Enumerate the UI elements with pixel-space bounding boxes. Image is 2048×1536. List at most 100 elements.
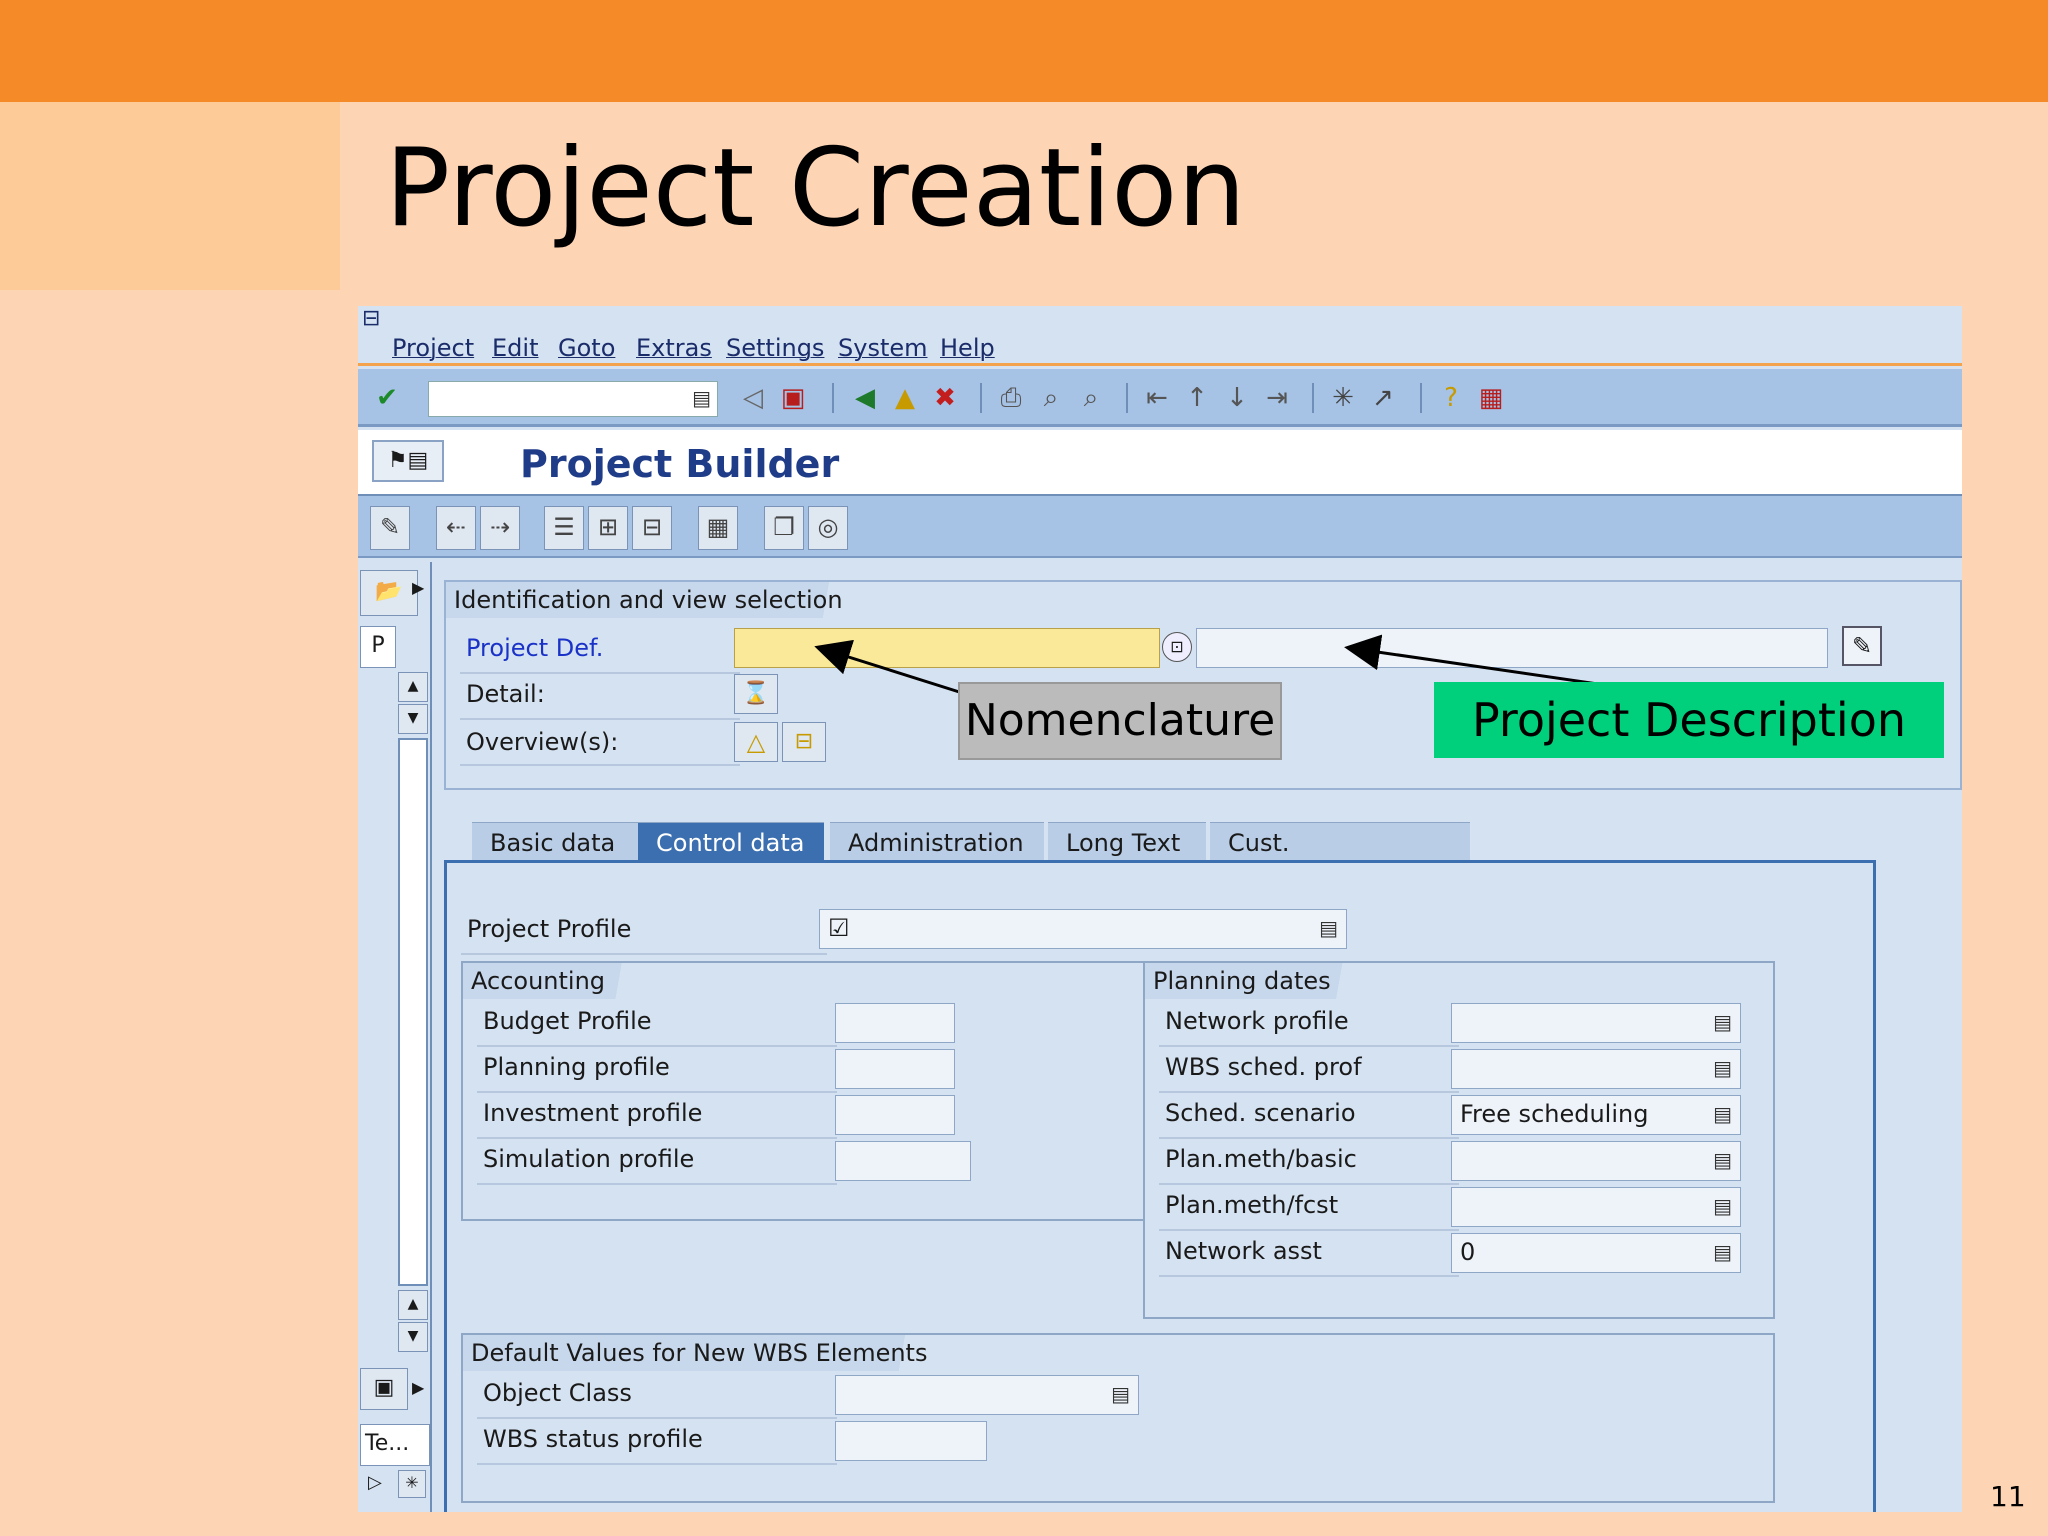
plan-meth-basic-input[interactable]: ▤ [1451,1141,1741,1181]
dropdown-icon[interactable]: ▤ [1111,1382,1130,1406]
prev-page-icon[interactable]: ↑ [1180,381,1214,415]
hierarchy-icon[interactable]: ☰ [544,506,584,550]
dropdown-icon[interactable]: ▤ [1713,1102,1732,1126]
wbs-status-profile-input[interactable] [835,1421,987,1461]
last-page-icon[interactable]: ⇥ [1260,381,1294,415]
network-graphic-icon[interactable]: ⊞ [588,506,628,550]
exit-icon[interactable]: ▲ [888,381,922,415]
enter-icon[interactable]: ✔ [370,381,404,415]
object-class-label: Object Class [483,1379,632,1407]
menu-goto[interactable]: Goto [558,334,615,362]
menu-project[interactable]: Project [392,334,474,362]
edit-description-icon[interactable]: ✎ [1842,626,1882,666]
command-field[interactable]: ▤ [428,381,718,417]
tree-node-icon[interactable]: ✳ [398,1470,426,1498]
menu-edit[interactable]: Edit [492,334,538,362]
copy-icon[interactable]: ❐ [764,506,804,550]
overview-structure-icon[interactable]: ⊟ [782,722,826,762]
nomenclature-callout: Nomenclature [958,682,1282,760]
menu-bar: ⊟ Project Edit Goto Extras Settings Syst… [358,306,1962,366]
project-toggle-icon[interactable]: ⚑▤ [372,440,444,482]
system-menu-icon[interactable]: ⊟ [362,306,392,331]
menu-system[interactable]: System [838,334,928,362]
navigation-panel: 📂 ▶ P ▲ ▼ ▲ ▼ ▣ ▶ Te... ▷ ✳ [358,562,432,1512]
dropdown-icon[interactable]: ▤ [1319,916,1338,940]
scroll-down-icon[interactable]: ▼ [398,704,428,734]
simulation-profile-label: Simulation profile [483,1145,695,1173]
edit-mode-icon[interactable]: ✎ [370,506,410,550]
first-page-icon[interactable]: ⇤ [1140,381,1174,415]
table-icon[interactable]: ▦ [698,506,738,550]
find-next-icon[interactable]: ⌕ [1074,381,1108,415]
back-green-icon[interactable]: ◀ [848,381,882,415]
shortcut-icon[interactable]: ↗ [1366,381,1400,415]
simulation-profile-input[interactable] [835,1141,971,1181]
default-values-header: Default Values for New WBS Elements [463,1335,960,1371]
menu-settings[interactable]: Settings [726,334,824,362]
sched-scenario-input[interactable]: Free scheduling ▤ [1451,1095,1741,1135]
budget-profile-input[interactable] [835,1003,955,1043]
sched-scenario-label: Sched. scenario [1165,1099,1356,1127]
wbs-sched-prof-input[interactable]: ▤ [1451,1049,1741,1089]
find-icon[interactable]: ⌕ [1034,381,1068,415]
project-description-input[interactable] [1196,628,1828,668]
previous-object-icon[interactable]: ⇠ [436,506,476,550]
back-icon[interactable]: ◁ [736,381,770,415]
structure-icon[interactable]: ⊟ [632,506,672,550]
scroll-up-icon[interactable]: ▲ [398,672,428,702]
dropdown-icon[interactable]: ▤ [1713,1240,1732,1264]
project-profile-input[interactable]: ☑ ▤ [819,909,1347,949]
standard-toolbar: ✔ ▤ ◁ ▣ ◀ ▲ ✖ ⎙ ⌕ ⌕ ⇤ ↑ ↓ ⇥ ✳ ↗ ? ▦ [358,369,1962,427]
project-description-callout: Project Description [1434,682,1944,758]
slide-left-panel-top [0,102,340,290]
worklist-icon[interactable]: ▣ [360,1368,408,1410]
cancel-icon[interactable]: ✖ [928,381,962,415]
dropdown-icon[interactable]: ▤ [1713,1194,1732,1218]
overview-triangle-icon[interactable]: △ [734,722,778,762]
identification-header: Identification and view selection [446,582,875,618]
help-icon[interactable]: ? [1434,381,1468,415]
layout-icon[interactable]: ▦ [1474,381,1508,415]
planning-dates-group: Planning dates Network profile ▤ WBS sch… [1143,961,1775,1319]
expand-arrow-icon[interactable]: ▶ [412,578,424,597]
new-session-icon[interactable]: ✳ [1326,381,1360,415]
planning-dates-header: Planning dates [1145,963,1363,999]
next-page-icon[interactable]: ↓ [1220,381,1254,415]
open-folder-icon[interactable]: 📂 [360,570,418,616]
dropdown-icon[interactable]: ▤ [1713,1010,1732,1034]
app-title: Project Builder [520,442,840,486]
menu-extras[interactable]: Extras [636,334,712,362]
next-object-icon[interactable]: ⇢ [480,506,520,550]
open-details-icon[interactable]: ⊡ [1162,632,1192,662]
scroll-down-icon-2[interactable]: ▼ [398,1322,428,1352]
save-icon[interactable]: ▣ [776,381,810,415]
menu-help[interactable]: Help [940,334,995,362]
cycle-icon[interactable]: ◎ [808,506,848,550]
project-def-input[interactable] [734,628,1160,668]
nav-p-field[interactable]: P [360,626,396,668]
slide-title: Project Creation [385,126,1246,251]
investment-profile-input[interactable] [835,1095,955,1135]
slide-left-panel [0,102,340,1536]
dropdown-icon[interactable]: ▤ [1713,1056,1732,1080]
wbs-status-profile-label: WBS status profile [483,1425,703,1453]
network-asst-input[interactable]: 0 ▤ [1451,1233,1741,1273]
plan-meth-basic-label: Plan.meth/basic [1165,1145,1357,1173]
detail-view-icon[interactable]: ⌛ [734,674,778,714]
nav-scrollbar[interactable] [398,738,428,1286]
page-number: 11 [1990,1480,2026,1513]
budget-profile-label: Budget Profile [483,1007,652,1035]
network-profile-input[interactable]: ▤ [1451,1003,1741,1043]
tree-expand-icon[interactable]: ▷ [368,1472,382,1493]
accounting-header: Accounting [463,963,638,999]
print-icon[interactable]: ⎙ [994,381,1028,415]
dropdown-icon[interactable]: ▤ [692,386,711,410]
nav-te-field[interactable]: Te... [360,1424,430,1466]
scroll-up-icon-2[interactable]: ▲ [398,1290,428,1320]
expand-arrow-icon-2[interactable]: ▶ [412,1378,424,1397]
planning-profile-input[interactable] [835,1049,955,1089]
object-class-input[interactable]: ▤ [835,1375,1139,1415]
investment-profile-label: Investment profile [483,1099,703,1127]
plan-meth-fcst-input[interactable]: ▤ [1451,1187,1741,1227]
dropdown-icon[interactable]: ▤ [1713,1148,1732,1172]
